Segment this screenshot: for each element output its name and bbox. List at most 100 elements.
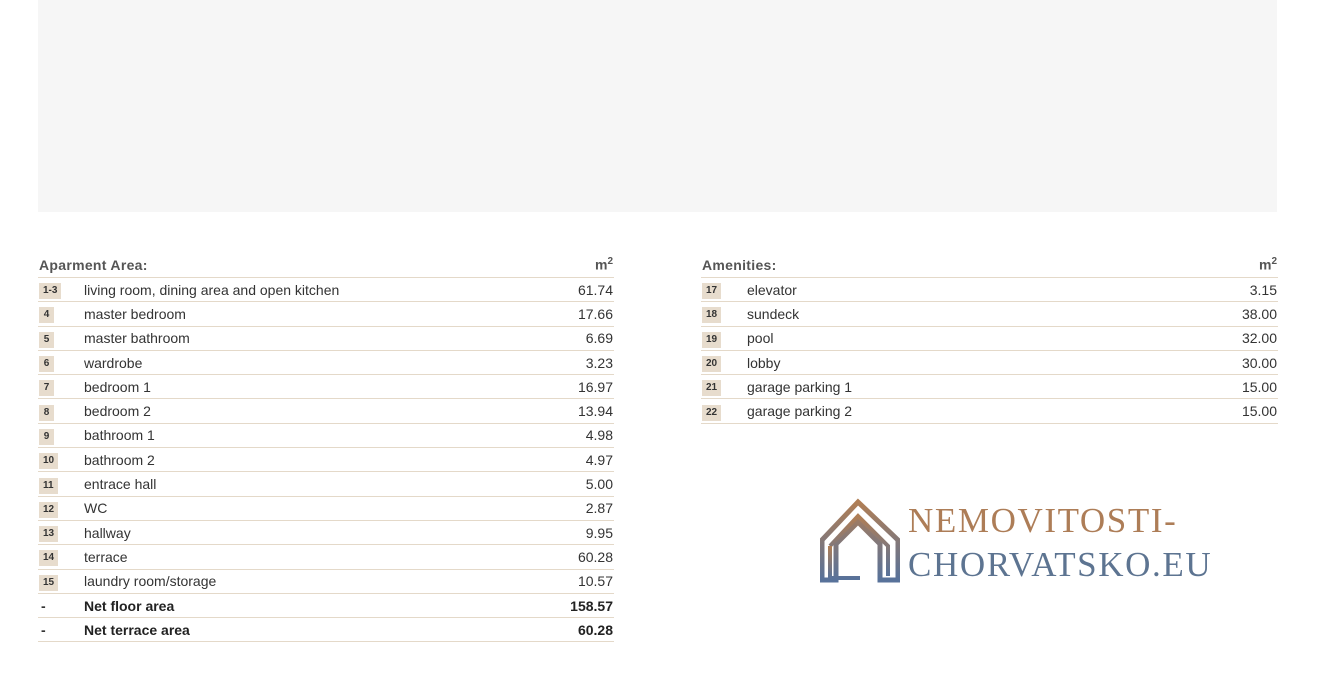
area-value: 5.00 [585, 476, 613, 493]
room-number-badge: 4 [39, 307, 54, 324]
room-number-cell: 19 [701, 329, 747, 348]
room-number-badge: 8 [39, 404, 54, 421]
table-row: 12 WC 2.87 [38, 497, 614, 521]
room-name: bedroom 1 [84, 378, 151, 395]
room-number-cell: 10 [38, 450, 84, 470]
apartment-area-table: Aparment Area: m2 1-3 living room, dining… [38, 254, 614, 643]
area-value: 60.28 [577, 548, 613, 565]
room-number-cell: - [38, 622, 84, 638]
logo-text-line2: CHORVATSKO.EU [908, 545, 1213, 584]
total-row: - Net terrace area 60.28 [38, 618, 614, 643]
dash-marker: - [41, 621, 46, 638]
table-row: 9 bathroom 1 4.98 [38, 424, 614, 449]
room-name: bathroom 2 [84, 451, 155, 468]
table-row: 1-3 living room, dining area and open kit… [38, 278, 614, 303]
table-row: 13 hallway 9.95 [38, 521, 614, 546]
table-row: 4 master bedroom 17.66 [38, 302, 614, 327]
table-row: 17 elevator 3.15 [701, 278, 1278, 303]
dash-marker: - [41, 597, 46, 614]
area-value: 15.00 [1241, 378, 1277, 395]
room-number-cell: 22 [701, 402, 747, 421]
room-number-cell: - [38, 598, 84, 614]
total-row: - Net floor area 158.57 [38, 594, 614, 619]
table-header: Amenities: m2 [701, 254, 1278, 278]
room-name: wardrobe [84, 354, 143, 371]
room-number-cell: 12 [38, 499, 84, 518]
table-title: Amenities: [702, 257, 777, 273]
table-row: 18 sundeck 38.00 [701, 302, 1278, 327]
room-number-badge: 6 [39, 356, 54, 373]
room-number-badge: 12 [39, 501, 59, 518]
room-name: hallway [84, 524, 131, 541]
room-number-cell: 1-3 [38, 280, 84, 300]
room-number-badge: 14 [39, 550, 59, 567]
room-number-badge: 22 [702, 404, 722, 421]
room-number-cell: 17 [701, 280, 747, 300]
room-number-badge: 9 [39, 428, 54, 445]
room-number-badge: 18 [702, 307, 722, 324]
room-number-badge: 1-3 [39, 283, 62, 300]
room-name: entrace hall [84, 476, 157, 493]
room-number-cell: 15 [38, 572, 84, 591]
room-number-badge: 7 [39, 380, 54, 397]
room-name: garage parking 2 [747, 403, 853, 420]
area-value: 9.95 [585, 524, 613, 541]
room-name: terrace [84, 548, 128, 565]
room-number-cell: 6 [38, 353, 84, 373]
table-row: 21 garage parking 1 15.00 [701, 375, 1278, 400]
table-row: 22 garage parking 2 15.00 [701, 399, 1278, 424]
room-number-cell: 7 [38, 377, 84, 397]
area-value: 10.57 [577, 573, 613, 590]
room-name: bathroom 1 [84, 427, 155, 444]
unit-label: m2 [595, 256, 613, 277]
room-number-cell: 9 [38, 426, 84, 445]
room-number-badge: 10 [39, 453, 59, 470]
room-name: WC [84, 500, 108, 517]
area-value: 30.00 [1241, 354, 1277, 371]
area-value: 17.66 [577, 305, 613, 322]
area-value: 60.28 [577, 621, 613, 638]
room-number-badge: 19 [702, 331, 722, 348]
area-value: 61.74 [577, 281, 613, 298]
table-title: Aparment Area: [39, 257, 148, 273]
area-value: 4.97 [585, 451, 613, 468]
table-body: 1-3 living room, dining area and open kit… [38, 278, 614, 643]
room-number-cell: 5 [38, 329, 84, 348]
room-number-cell: 14 [38, 547, 84, 567]
room-number-badge: 11 [39, 477, 58, 494]
area-value: 38.00 [1241, 305, 1277, 322]
company-logo: NEMOVITOSTI- CHORVATSKO.EU [820, 498, 1240, 588]
table-row: 8 bedroom 2 13.94 [38, 399, 614, 424]
room-name: Net terrace area [84, 621, 190, 638]
room-number-cell: 13 [38, 523, 84, 543]
table-row: 6 wardrobe 3.23 [38, 351, 614, 376]
room-name: living room, dining area and open kitche… [84, 281, 340, 298]
area-value: 13.94 [577, 403, 613, 420]
room-number-badge: 5 [39, 331, 54, 348]
area-value: 15.00 [1241, 403, 1277, 420]
area-value: 4.98 [585, 427, 613, 444]
room-name: pool [747, 330, 774, 347]
area-value: 158.57 [570, 597, 613, 614]
logo-text-line1: NEMOVITOSTI- [908, 501, 1178, 540]
area-value: 6.69 [585, 330, 613, 347]
area-value: 32.00 [1241, 330, 1277, 347]
room-name: Net floor area [84, 597, 175, 614]
table-row: 15 laundry room/storage 10.57 [38, 570, 614, 594]
room-number-cell: 18 [701, 304, 747, 324]
table-row: 7 bedroom 1 16.97 [38, 375, 614, 400]
unit-superscript: 2 [607, 256, 613, 268]
room-name: elevator [747, 281, 797, 298]
table-row: 5 master bathroom 6.69 [38, 327, 614, 351]
table-row: 11 entrace hall 5.00 [38, 472, 614, 497]
room-number-cell: 4 [38, 304, 84, 324]
table-row: 19 pool 32.00 [701, 327, 1278, 351]
room-name: sundeck [747, 305, 800, 322]
table-row: 20 lobby 30.00 [701, 351, 1278, 376]
house-icon [820, 498, 900, 583]
room-number-badge: 15 [39, 574, 59, 591]
room-name: lobby [747, 354, 781, 371]
unit-superscript: 2 [1271, 256, 1277, 268]
room-name: laundry room/storage [84, 573, 217, 590]
table-row: 14 terrace 60.28 [38, 545, 614, 570]
